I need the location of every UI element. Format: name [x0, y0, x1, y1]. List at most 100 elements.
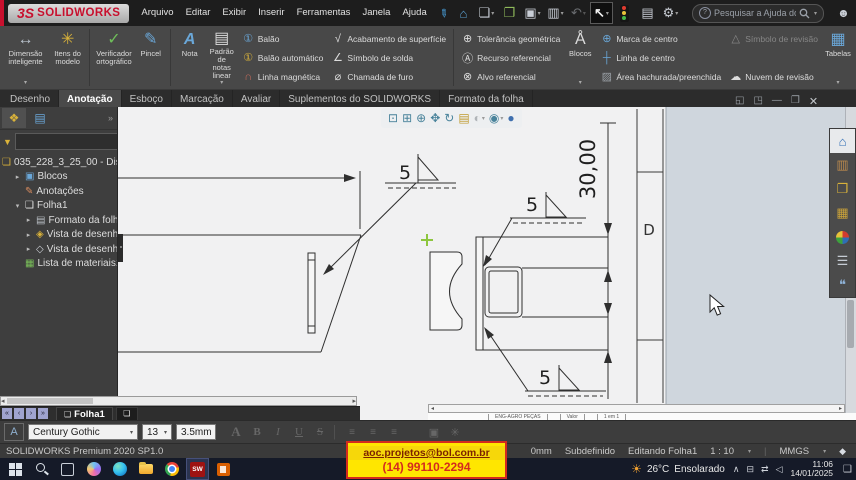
- geometric-tolerance-button[interactable]: ⊕Tolerância geométrica: [458, 29, 563, 48]
- solidworks-forum-button[interactable]: ❝: [830, 273, 855, 297]
- scroll-left-icon[interactable]: ◂: [1, 397, 5, 405]
- format-painter-button[interactable]: ✎Pincel: [136, 28, 166, 87]
- scrollbar-thumb[interactable]: [7, 398, 93, 404]
- display-style-button[interactable]: ◐▾: [474, 111, 485, 125]
- hatch-pattern-button[interactable]: ✳: [447, 426, 463, 439]
- zoom-to-area-button[interactable]: ⊞: [402, 111, 412, 125]
- weld-size-label-2[interactable]: 5: [526, 194, 538, 216]
- design-library-button[interactable]: ▥: [830, 153, 855, 177]
- command-tab[interactable]: Formato da folha: [440, 90, 533, 107]
- expand-arrow-icon[interactable]: ▾: [13, 202, 22, 210]
- edge-button[interactable]: [108, 458, 131, 480]
- hatch-area-button[interactable]: ▨Área hachurada/preenchida: [597, 67, 724, 86]
- taskbar-clock[interactable]: 11:06 14/01/2025: [790, 460, 833, 479]
- weld-size-label-1[interactable]: 5: [399, 162, 411, 184]
- weld-size-label-3[interactable]: 5: [539, 367, 551, 389]
- magnifying-glass-button[interactable]: ⊕: [416, 111, 426, 125]
- network-icon[interactable]: ⇄: [761, 464, 769, 475]
- custom-properties-button[interactable]: ☰: [830, 249, 855, 273]
- hole-callout-button[interactable]: ⌀Chamada de furo: [328, 67, 449, 86]
- volume-icon[interactable]: ◁: [776, 464, 783, 475]
- vertical-scrollbar-thumb[interactable]: [847, 300, 854, 348]
- menu-item[interactable]: Janela: [356, 0, 396, 26]
- blocks-button[interactable]: ÅBlocos▾: [565, 28, 595, 87]
- strikethrough-button[interactable]: S: [312, 426, 328, 438]
- command-tab[interactable]: Anotação: [59, 90, 122, 107]
- new-document-button[interactable]: ❏▾: [476, 3, 497, 23]
- hide-show-items-button[interactable]: ◉▾: [489, 111, 504, 125]
- tree-item[interactable]: ▦Lista de materiais1: [0, 257, 117, 272]
- datum-target-button[interactable]: ⊗Alvo referencial: [458, 67, 563, 86]
- linear-note-pattern-button[interactable]: ▤Padrão de notas linear▾: [207, 28, 237, 87]
- solidworks-button[interactable]: SW: [186, 458, 209, 480]
- revision-cloud-button[interactable]: ☁Nuvem de revisão: [726, 67, 821, 86]
- tree-filter-input[interactable]: [15, 133, 118, 150]
- expand-arrow-icon[interactable]: ▸: [24, 216, 33, 224]
- restore-window-button[interactable]: ❐: [791, 95, 800, 108]
- tree-item[interactable]: ▸▣Blocos: [0, 170, 117, 185]
- tree-item[interactable]: ▾❏Folha1: [0, 199, 117, 214]
- sheet-nav-button[interactable]: ‹: [14, 408, 24, 419]
- appearances-button[interactable]: [830, 225, 855, 249]
- panel-splitter-handle[interactable]: [118, 234, 123, 262]
- search-button[interactable]: [30, 458, 53, 480]
- command-tab[interactable]: Esboço: [122, 90, 172, 107]
- spell-check-button[interactable]: ✓Verificador ortográfico: [94, 28, 133, 87]
- sheet-tab[interactable]: ❏Folha1: [56, 407, 113, 421]
- align-center-button[interactable]: ≡: [365, 427, 381, 438]
- unit-system[interactable]: MMGS: [780, 446, 810, 457]
- cascade-windows-button[interactable]: ◱: [735, 95, 744, 108]
- home-button[interactable]: ⌂: [453, 3, 474, 23]
- surface-finish-button[interactable]: √Acabamento de superfície: [328, 29, 449, 48]
- tree-item[interactable]: ▸◈Vista de desenho1: [0, 228, 117, 243]
- auto-balloon-button[interactable]: ①Balão automático: [239, 48, 327, 67]
- balloon-button[interactable]: ①Balão: [239, 29, 327, 48]
- tab-property-manager[interactable]: ▤: [28, 108, 52, 128]
- dimension-value-label[interactable]: 30,00: [576, 139, 600, 199]
- note-button[interactable]: ANota: [175, 28, 205, 87]
- save-button[interactable]: ▣▾: [522, 3, 543, 23]
- center-mark-button[interactable]: ⊕Marca de centro: [597, 29, 724, 48]
- font-family-select[interactable]: Century Gothic ▾: [28, 424, 138, 440]
- font-size-select[interactable]: 13 ▾: [142, 424, 172, 440]
- revision-symbol-button[interactable]: △Símbolo de revisão: [726, 29, 821, 48]
- pan-button[interactable]: ✥: [430, 111, 440, 125]
- scroll-left-icon[interactable]: ◂: [431, 405, 434, 412]
- chevron-right-icon[interactable]: »: [108, 113, 117, 123]
- battery-icon[interactable]: ⊟: [746, 464, 754, 475]
- view-settings-button[interactable]: ●: [507, 111, 514, 125]
- undo-button[interactable]: ↶▾: [568, 3, 589, 23]
- zoom-to-fit-button[interactable]: ⊡: [388, 111, 398, 125]
- command-tab[interactable]: Avaliar: [233, 90, 280, 107]
- italic-button[interactable]: I: [270, 426, 286, 438]
- office-app-button[interactable]: [212, 458, 235, 480]
- model-items-button[interactable]: ✳Itens do modelo: [50, 28, 85, 87]
- expand-arrow-icon[interactable]: ▸: [24, 245, 33, 253]
- sheet-nav-button[interactable]: »: [38, 408, 48, 419]
- command-tab[interactable]: Desenho: [2, 90, 59, 107]
- dropdown-icon[interactable]: ▾: [823, 448, 826, 455]
- print-button[interactable]: ▥▾: [545, 3, 566, 23]
- copilot-button[interactable]: [82, 458, 105, 480]
- command-tab[interactable]: Suplementos do SOLIDWORKS: [280, 90, 440, 107]
- align-left-button[interactable]: ≡: [344, 427, 360, 438]
- underline-button[interactable]: U: [291, 426, 307, 438]
- dropdown-icon[interactable]: ▾: [748, 448, 751, 455]
- options-list-button[interactable]: ▤: [637, 3, 658, 23]
- expand-arrow-icon[interactable]: ▸: [24, 231, 33, 239]
- weather-widget[interactable]: ☀ 26°C Ensolarado: [631, 462, 725, 476]
- view-palette-button[interactable]: ▦: [830, 201, 855, 225]
- tree-horizontal-scrollbar[interactable]: ◂ ▸: [0, 396, 357, 406]
- bold-button[interactable]: B: [249, 426, 265, 438]
- smart-dimension-button[interactable]: ↔Dimensão inteligente▾: [3, 28, 48, 87]
- horizontal-scrollbar[interactable]: ◂ ▸: [428, 404, 845, 413]
- sheet-nav-button[interactable]: «: [2, 408, 12, 419]
- menu-item[interactable]: Editar: [180, 0, 217, 26]
- command-tab[interactable]: Marcação: [172, 90, 233, 107]
- close-window-button[interactable]: ✕: [809, 95, 818, 108]
- chrome-button[interactable]: [160, 458, 183, 480]
- add-sheet-button[interactable]: ❏: [116, 407, 138, 421]
- settings-gear-button[interactable]: ⚙▾: [660, 3, 681, 23]
- magnetic-line-button[interactable]: ∩Linha magnética: [239, 67, 327, 86]
- menu-item[interactable]: Arquivo: [135, 0, 179, 26]
